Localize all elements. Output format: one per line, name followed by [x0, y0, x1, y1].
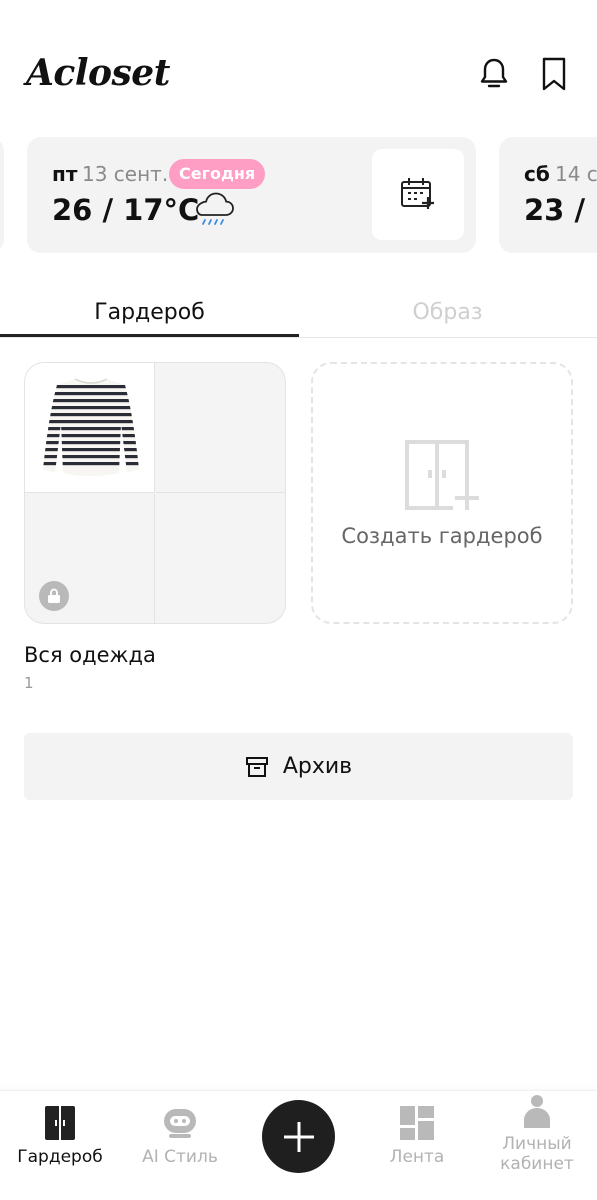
- weather-temperature: 26 / 17°C: [52, 193, 200, 227]
- weather-next-day: сб: [524, 162, 550, 186]
- calendar-add-icon: [401, 177, 434, 209]
- tab-bar: Гардероб Образ: [0, 290, 597, 338]
- wardrobe-count: 1: [24, 674, 34, 692]
- nav-profile[interactable]: Личный кабинет: [477, 1091, 597, 1200]
- nav-label: Личный кабинет: [500, 1134, 574, 1174]
- profile-icon: [519, 1093, 555, 1129]
- all-clothes-card[interactable]: [24, 362, 286, 624]
- feed-grid-icon: [399, 1105, 435, 1141]
- weather-next-date: 14 се: [555, 162, 597, 186]
- wardrobe-icon: [42, 1105, 78, 1141]
- ai-robot-icon: [162, 1105, 198, 1141]
- lock-icon: [39, 581, 69, 611]
- weather-day: пт: [52, 162, 78, 186]
- create-wardrobe-label: Создать гардероб: [341, 524, 543, 548]
- empty-thumbnail: [156, 363, 285, 493]
- app-header: Acloset: [0, 0, 597, 120]
- archive-box-icon: [245, 756, 268, 777]
- weather-date: 13 сент.: [82, 162, 169, 186]
- nav-label: AI Стиль: [142, 1147, 218, 1167]
- weather-card-prev[interactable]: [0, 137, 4, 253]
- nav-label: Гардероб: [17, 1147, 103, 1167]
- plus-icon: [283, 1121, 314, 1152]
- today-badge: Сегодня: [169, 159, 266, 189]
- weather-next-temperature: 23 / 1: [524, 193, 597, 227]
- archive-label: Архив: [282, 754, 353, 779]
- app-logo: Acloset: [26, 52, 170, 94]
- empty-thumbnail: [156, 494, 285, 623]
- nav-label: Лента: [389, 1147, 445, 1167]
- archive-button[interactable]: Архив: [24, 733, 573, 800]
- bookmark-icon[interactable]: [536, 56, 572, 92]
- add-button[interactable]: [262, 1100, 335, 1173]
- nav-ai-style[interactable]: AI Стиль: [120, 1091, 240, 1200]
- tab-look[interactable]: Образ: [298, 290, 597, 337]
- wardrobe-title: Вся одежда: [24, 643, 156, 667]
- nav-wardrobe[interactable]: Гардероб: [0, 1091, 120, 1200]
- create-wardrobe-card[interactable]: Создать гардероб: [311, 362, 573, 624]
- bottom-navigation: Гардероб AI Стиль Лента Личный кабинет: [0, 1090, 597, 1200]
- wardrobe-add-icon: [405, 440, 481, 516]
- striped-shirt-image: [43, 378, 139, 476]
- nav-feed[interactable]: Лента: [357, 1091, 477, 1200]
- weather-card-next[interactable]: сб 14 се 23 / 1: [499, 137, 597, 253]
- calendar-button[interactable]: [372, 149, 464, 240]
- clothing-thumbnail: [25, 363, 155, 493]
- tab-wardrobe[interactable]: Гардероб: [0, 290, 299, 337]
- rain-cloud-icon: [193, 191, 235, 231]
- weather-card-today[interactable]: пт 13 сент. Сегодня 26 / 17°C: [27, 137, 476, 253]
- bell-icon[interactable]: [476, 56, 512, 92]
- weather-strip[interactable]: пт 13 сент. Сегодня 26 / 17°C сб 14 се 2…: [0, 137, 597, 253]
